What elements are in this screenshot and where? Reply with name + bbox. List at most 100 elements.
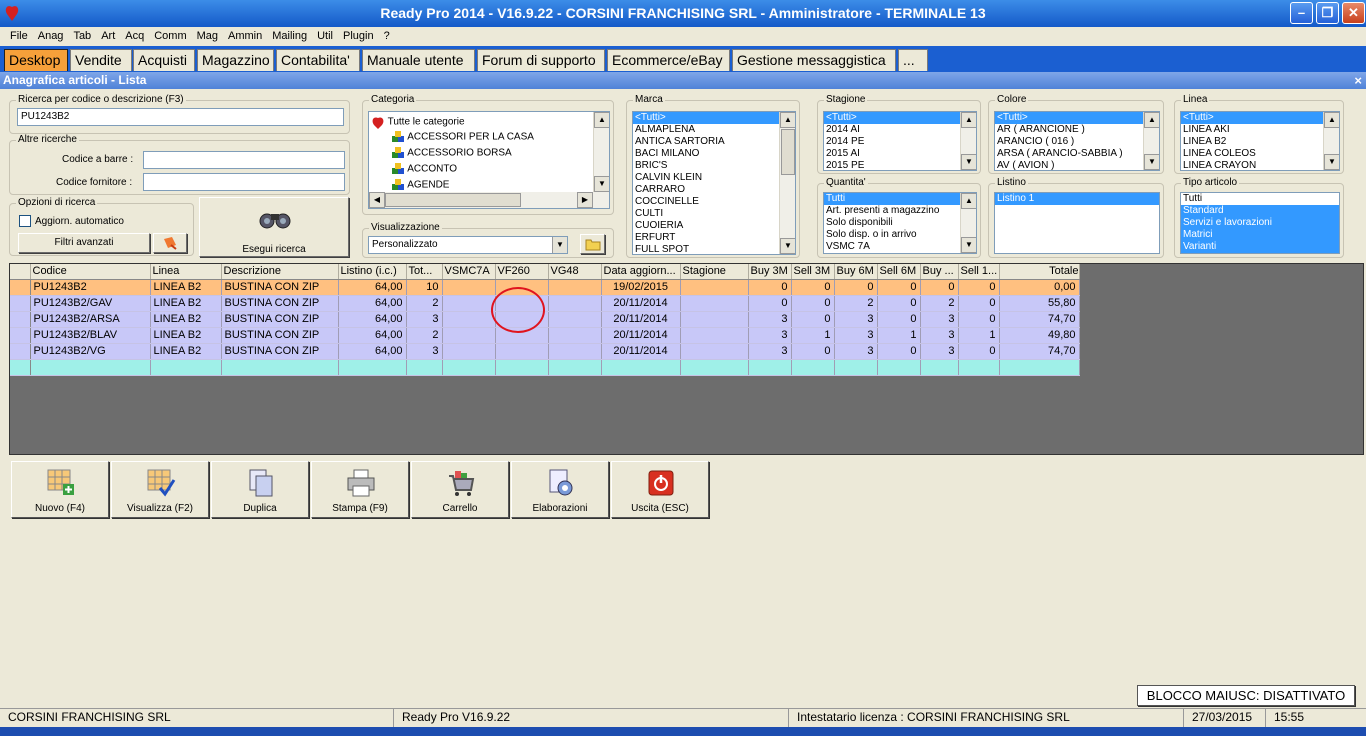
line-vscroll[interactable]: ▲ ▼ <box>1323 112 1339 170</box>
view-select[interactable]: Personalizzato ▼ <box>368 236 568 254</box>
view-button[interactable]: Visualizza (F2) <box>111 461 209 518</box>
new-button[interactable]: Nuovo (F4) <box>11 461 109 518</box>
quantity-item[interactable]: Art. presenti a magazzino <box>824 205 976 217</box>
season-item[interactable]: <Tutti> <box>824 112 976 124</box>
season-item[interactable]: 2015 PE <box>824 160 976 170</box>
season-item[interactable]: 2014 PE <box>824 136 976 148</box>
line-item[interactable]: LINEA AKI <box>1181 124 1339 136</box>
line-item[interactable]: LINEA COLEOS <box>1181 148 1339 160</box>
brand-item[interactable]: CUOIERIA <box>633 220 795 232</box>
column-header[interactable]: Codice <box>30 264 151 280</box>
processing-button[interactable]: Elaborazioni <box>511 461 609 518</box>
table-row[interactable]: PU1243B2 LINEA B2 BUSTINA CON ZIP 64,00 10 19… <box>10 279 1080 296</box>
item-type-item[interactable]: Matrici <box>1181 229 1339 241</box>
menu-comm[interactable]: Comm <box>149 30 191 42</box>
row-selector[interactable] <box>10 327 31 344</box>
table-row[interactable]: PU1243B2/VG LINEA B2 BUSTINA CON ZIP 64,00 3… <box>10 343 1080 360</box>
clear-filters-button[interactable] <box>153 233 187 253</box>
scroll-down-icon[interactable]: ▼ <box>1324 154 1339 170</box>
brand-item[interactable]: ERFURT <box>633 232 795 244</box>
color-vscroll[interactable]: ▲ ▼ <box>1143 112 1159 170</box>
category-hscroll[interactable]: ◀ ▶ <box>369 192 609 208</box>
scroll-down-icon[interactable]: ▼ <box>1144 154 1159 170</box>
line-item[interactable]: <Tutti> <box>1181 112 1339 124</box>
row-selector[interactable] <box>10 279 31 296</box>
column-header[interactable]: Sell 1... <box>958 264 1000 280</box>
table-row[interactable]: PU1243B2/BLAV LINEA B2 BUSTINA CON ZIP 64,0… <box>10 327 1080 344</box>
column-header[interactable]: Sell 6M <box>877 264 921 280</box>
column-header[interactable]: Buy ... <box>920 264 959 280</box>
column-header[interactable]: Listino (i.c.) <box>338 264 407 280</box>
scroll-up-icon[interactable]: ▲ <box>594 112 609 128</box>
color-item[interactable]: <Tutti> <box>995 112 1159 124</box>
column-header[interactable]: Buy 3M <box>748 264 792 280</box>
auto-update-checkbox[interactable] <box>19 215 31 227</box>
item-type-list[interactable]: Tutti Standard Servizi e lavorazioni Mat… <box>1180 192 1340 254</box>
line-item[interactable]: LINEA B2 <box>1181 136 1339 148</box>
cart-button[interactable]: Carrello <box>411 461 509 518</box>
column-header[interactable]: Sell 3M <box>791 264 835 280</box>
column-header[interactable]: VG48 <box>548 264 602 280</box>
season-list[interactable]: <Tutti> 2014 AI 2014 PE 2015 AI 2015 PE … <box>823 111 977 171</box>
barcode-input[interactable] <box>143 151 345 169</box>
scroll-up-icon[interactable]: ▲ <box>780 112 795 128</box>
brand-item[interactable]: BACI MILANO <box>633 148 795 160</box>
category-item[interactable]: AGENDE <box>391 179 449 191</box>
color-list[interactable]: <Tutti> AR ( ARANCIONE ) ARANCIO ( 016 )… <box>994 111 1160 171</box>
menu-help[interactable]: ? <box>379 30 395 42</box>
scroll-up-icon[interactable]: ▲ <box>961 193 976 209</box>
advanced-filters-button[interactable]: Filtri avanzati <box>18 233 150 253</box>
color-item[interactable]: ARSA ( ARANCIO-SABBIA ) <box>995 148 1159 160</box>
exit-button[interactable]: Uscita (ESC) <box>611 461 709 518</box>
scroll-up-icon[interactable]: ▲ <box>1324 112 1339 128</box>
scroll-up-icon[interactable]: ▲ <box>961 112 976 128</box>
vscroll-thumb[interactable] <box>781 129 795 175</box>
row-selector[interactable] <box>10 311 31 328</box>
menu-plugin[interactable]: Plugin <box>338 30 379 42</box>
menu-anag[interactable]: Anag <box>33 30 69 42</box>
brand-item[interactable]: ALMAPLENA <box>633 124 795 136</box>
season-vscroll[interactable]: ▲ ▼ <box>960 112 976 170</box>
brand-vscroll[interactable]: ▲ ▼ <box>779 112 795 254</box>
column-header[interactable]: Stagione <box>680 264 749 280</box>
line-item[interactable]: LINEA CRAYON <box>1181 160 1339 170</box>
menu-file[interactable]: File <box>5 30 33 42</box>
open-view-button[interactable] <box>580 234 605 254</box>
quantity-vscroll[interactable]: ▲ ▼ <box>960 193 976 253</box>
season-item[interactable]: 2014 AI <box>824 124 976 136</box>
tab-vendite[interactable]: Vendite <box>70 49 132 71</box>
brand-item[interactable]: COCCINELLE <box>633 196 795 208</box>
column-header[interactable]: VF260 <box>495 264 549 280</box>
new-row[interactable] <box>10 359 1080 376</box>
brand-item[interactable]: CALVIN KLEIN <box>633 172 795 184</box>
scroll-left-icon[interactable]: ◀ <box>369 192 385 208</box>
quantity-item[interactable]: VSMC 7A <box>824 241 976 253</box>
minimize-button[interactable]: – <box>1290 2 1313 24</box>
line-list[interactable]: <Tutti> LINEA AKI LINEA B2 LINEA COLEOS … <box>1180 111 1340 171</box>
price-list-item[interactable]: Listino 1 <box>995 193 1159 205</box>
column-header[interactable]: Totale <box>999 264 1080 280</box>
scroll-up-icon[interactable]: ▲ <box>1144 112 1159 128</box>
price-list-list[interactable]: Listino 1 <box>994 192 1160 254</box>
tab-desktop[interactable]: Desktop <box>4 49 68 71</box>
scroll-down-icon[interactable]: ▼ <box>961 154 976 170</box>
tab-magazzino[interactable]: Magazzino <box>197 49 274 71</box>
quantity-list[interactable]: Tutti Art. presenti a magazzino Solo dis… <box>823 192 977 254</box>
scroll-right-icon[interactable]: ▶ <box>577 192 593 208</box>
brand-list[interactable]: <Tutti> ALMAPLENA ANTICA SARTORIA BACI M… <box>632 111 796 255</box>
season-item[interactable]: 2015 AI <box>824 148 976 160</box>
articles-grid[interactable]: Codice Linea Descrizione Listino (i.c.) Tot.… <box>9 263 1364 455</box>
menu-art[interactable]: Art <box>96 30 120 42</box>
tab-messaggistica[interactable]: Gestione messaggistica <box>732 49 896 71</box>
row-selector[interactable] <box>10 343 31 360</box>
category-root[interactable]: Tutte le categorie <box>371 115 465 129</box>
color-item[interactable]: ARANCIO ( 016 ) <box>995 136 1159 148</box>
menu-ammin[interactable]: Ammin <box>223 30 267 42</box>
scroll-down-icon[interactable]: ▼ <box>961 237 976 253</box>
column-header[interactable]: VSMC7A <box>442 264 496 280</box>
column-header[interactable]: Buy 6M <box>834 264 878 280</box>
panel-close-button[interactable]: × <box>1354 72 1362 89</box>
scroll-down-icon[interactable]: ▼ <box>780 238 795 254</box>
brand-item[interactable]: <Tutti> <box>633 112 795 124</box>
menu-mag[interactable]: Mag <box>192 30 223 42</box>
